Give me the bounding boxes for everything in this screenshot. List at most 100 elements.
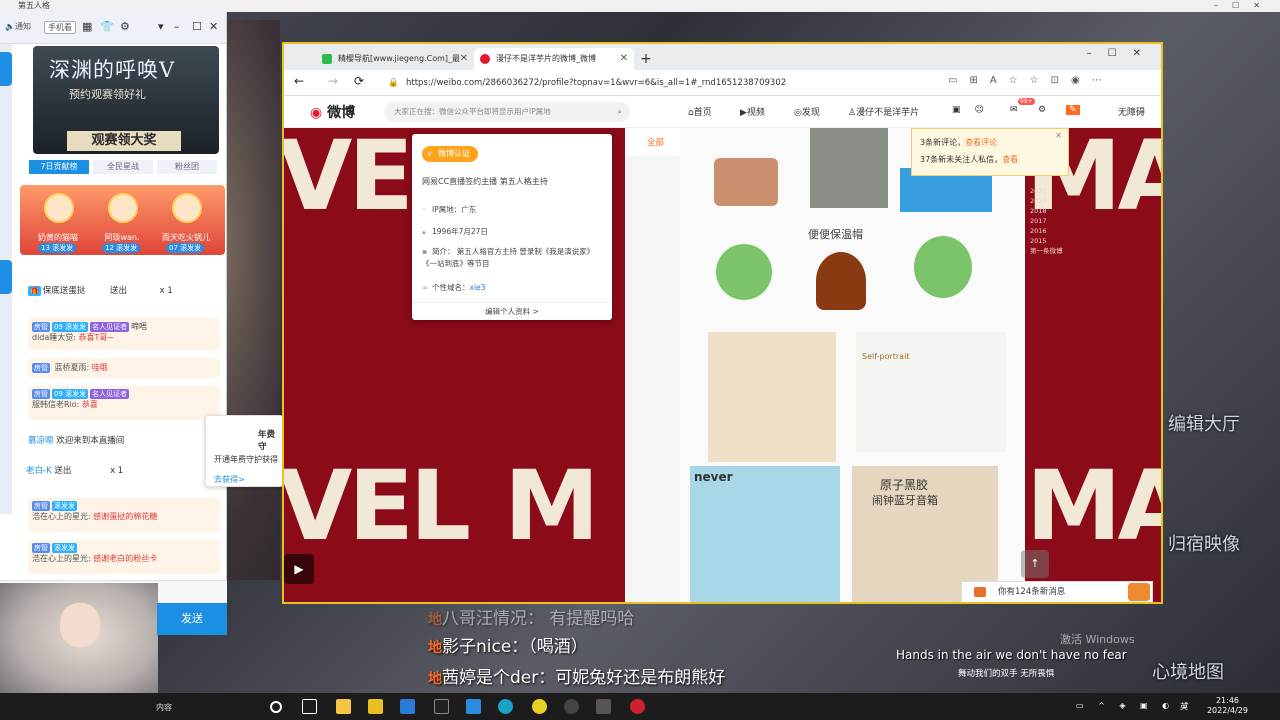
message-icon[interactable]: ✉ 99+ [1010,98,1035,115]
game-icon[interactable] [596,699,611,714]
welcome-user[interactable]: 慕凉嗯 [28,436,54,446]
obs-icon[interactable] [564,699,579,714]
gallery-photo[interactable] [716,244,772,300]
nav-video[interactable]: ▶视频 [740,105,765,118]
browser-tab-active[interactable]: 漫仔不是洋芋片的微博_微博 ✕ [474,48,634,70]
gallery-photo[interactable] [708,332,836,462]
search-icon[interactable]: ⌕ [618,102,622,122]
view-comments-link[interactable]: 查看评论 [965,138,997,147]
edit-profile-link[interactable]: 编辑个人资料 > [412,302,612,321]
weibo-logo[interactable]: ◉ 微博 [310,102,355,122]
notif-text-1: 3条新评论， [920,138,966,147]
chat-user[interactable]: dida睡大觉: [32,333,76,342]
new-tab-button[interactable]: + [636,48,656,70]
send-button[interactable]: 发送 [157,603,227,635]
gallery-photo[interactable] [816,252,866,310]
chat-icon[interactable] [1128,583,1150,601]
side-tab-2[interactable] [0,260,12,294]
tab-fan-club[interactable]: 粉丝团 [157,160,217,174]
nav-icons[interactable]: ▣☺ [952,105,998,115]
back-icon[interactable]: ← [294,74,304,88]
domain-value[interactable]: xie3 [470,283,486,292]
game-menu-item-mood-map[interactable]: 心境地图 [1152,658,1224,684]
timeline-year[interactable]: 2016 [1030,226,1063,236]
avatar[interactable] [172,193,202,223]
gallery-photo[interactable]: never [690,466,840,602]
game-menu-item-return-image[interactable]: 归宿映像 [1168,530,1240,556]
close-icon[interactable]: ✕ [460,48,468,70]
notice-button[interactable]: 🔈通知 [2,21,34,34]
nav-profile[interactable]: ♙漫仔不是洋芋片 [848,105,919,118]
scroll-top-button[interactable]: ↑ [1021,550,1049,578]
gallery-photo[interactable] [810,128,888,208]
task-view-icon[interactable] [302,699,317,714]
browser-tab[interactable]: 精樱导航[www.jiegeng.Com]_最 ✕ [316,48,474,70]
tray-icons[interactable]: ▭ ^ ◈ ▣ ◐ ♪ [1076,701,1195,710]
chat-user[interactable]: 蓝桥夏雨: [55,363,90,372]
close-icon[interactable]: ✕ [1055,131,1062,140]
view-messages-link[interactable]: 查看 [1002,155,1018,164]
nav-discover[interactable]: ◎发现 [794,105,820,118]
cortana-icon[interactable] [270,701,282,713]
chat-user[interactable]: 浩在心上的星光: [32,512,91,521]
avatar[interactable] [44,193,74,223]
banner-cta[interactable]: 观赛领大奖 [67,131,181,151]
app-icon[interactable] [368,699,383,714]
event-banner[interactable]: 深渊的呼唤V 预约观赛领好礼 观赛领大奖 [33,46,219,154]
mail-app-icon[interactable] [400,699,415,714]
chat-user[interactable]: 浩在心上的星光: [32,554,91,563]
gallery-photo[interactable] [914,236,972,298]
shirt-icon[interactable]: 👕 [100,20,114,33]
minimize-icon[interactable]: – [174,20,180,33]
close-icon[interactable]: ✕ [620,48,628,70]
url-field[interactable]: 🔒 https://weibo.com/2866036272/profile?to… [382,73,942,93]
tab-contribution[interactable]: 7日贡献榜 [29,160,89,174]
ime-indicator[interactable]: 英 [1180,701,1188,712]
edge-icon[interactable] [498,699,513,714]
gallery-photo[interactable]: Self-portrait [856,332,1006,452]
close-icon[interactable]: ✕ [209,20,218,33]
game-menu-item-edit-hall[interactable]: 编辑大厅 [1168,410,1240,436]
taskbar-clock[interactable]: 21:46 2022/4/29 [1207,696,1248,716]
weibo-search-input[interactable]: 大家正在搜：微信公众平台即将显示用户IP属地 ⌕ [384,102,630,122]
taskbar-search[interactable]: 内容 [156,702,172,713]
grid-icon[interactable]: ▦ [82,20,92,33]
netease-music-icon[interactable] [630,699,645,714]
avatar[interactable] [108,193,138,223]
toolbar-icons[interactable]: ▭⊞A☆☆⊡◉⋯ [948,75,1114,86]
phone-view-button[interactable]: 手机看 [44,21,76,34]
nav-accessibility[interactable]: 无障碍 [1118,105,1145,118]
timeline-year[interactable]: 2019 [1030,196,1063,206]
play-button[interactable]: ▶ [284,554,314,584]
forward-icon[interactable]: → [328,74,338,88]
file-explorer-icon[interactable] [336,699,351,714]
chat-user[interactable]: 服韩信老Rio: [32,400,79,409]
feed-tab-all[interactable]: 全部 [647,136,664,148]
gallery-photo[interactable] [714,158,778,206]
qq-icon[interactable] [434,699,449,714]
settings-icon[interactable]: ⚙ [120,20,130,33]
side-tab-1[interactable] [0,52,12,86]
message-bar[interactable]: 你有124条新消息 [961,581,1153,602]
timeline-year[interactable]: 2017 [1030,216,1063,226]
tab-star-war[interactable]: 全民星战 [93,160,153,174]
compose-icon[interactable]: ✎ [1066,105,1080,115]
settings-icon[interactable]: ⚙ [1038,105,1046,115]
gift-user[interactable]: 老白-K [26,466,52,476]
cake-icon: ▴ [422,227,426,236]
timeline-year[interactable]: 2015 [1030,236,1063,246]
gift-user[interactable]: 保底送蛋挞 [43,286,86,296]
timeline-year[interactable]: 第一条微博 [1030,246,1063,256]
tooltip-link[interactable]: 去获得> [214,474,245,485]
timeline-year[interactable]: 2020 [1030,186,1063,196]
dropdown-icon[interactable]: ▾ [158,20,164,33]
app-icon[interactable] [466,699,481,714]
reload-icon[interactable]: ⟳ [354,74,364,88]
window-controls[interactable]: –☐✕ [1214,0,1274,12]
maximize-icon[interactable]: ☐ [192,20,202,33]
chat-text: 感谢老白的粉丝卡 [93,554,158,563]
app-icon[interactable] [532,699,547,714]
nav-home[interactable]: ⌂首页 [688,105,712,118]
timeline-year[interactable]: 2018 [1030,206,1063,216]
browser-window-controls[interactable]: –☐✕ [1087,48,1157,59]
